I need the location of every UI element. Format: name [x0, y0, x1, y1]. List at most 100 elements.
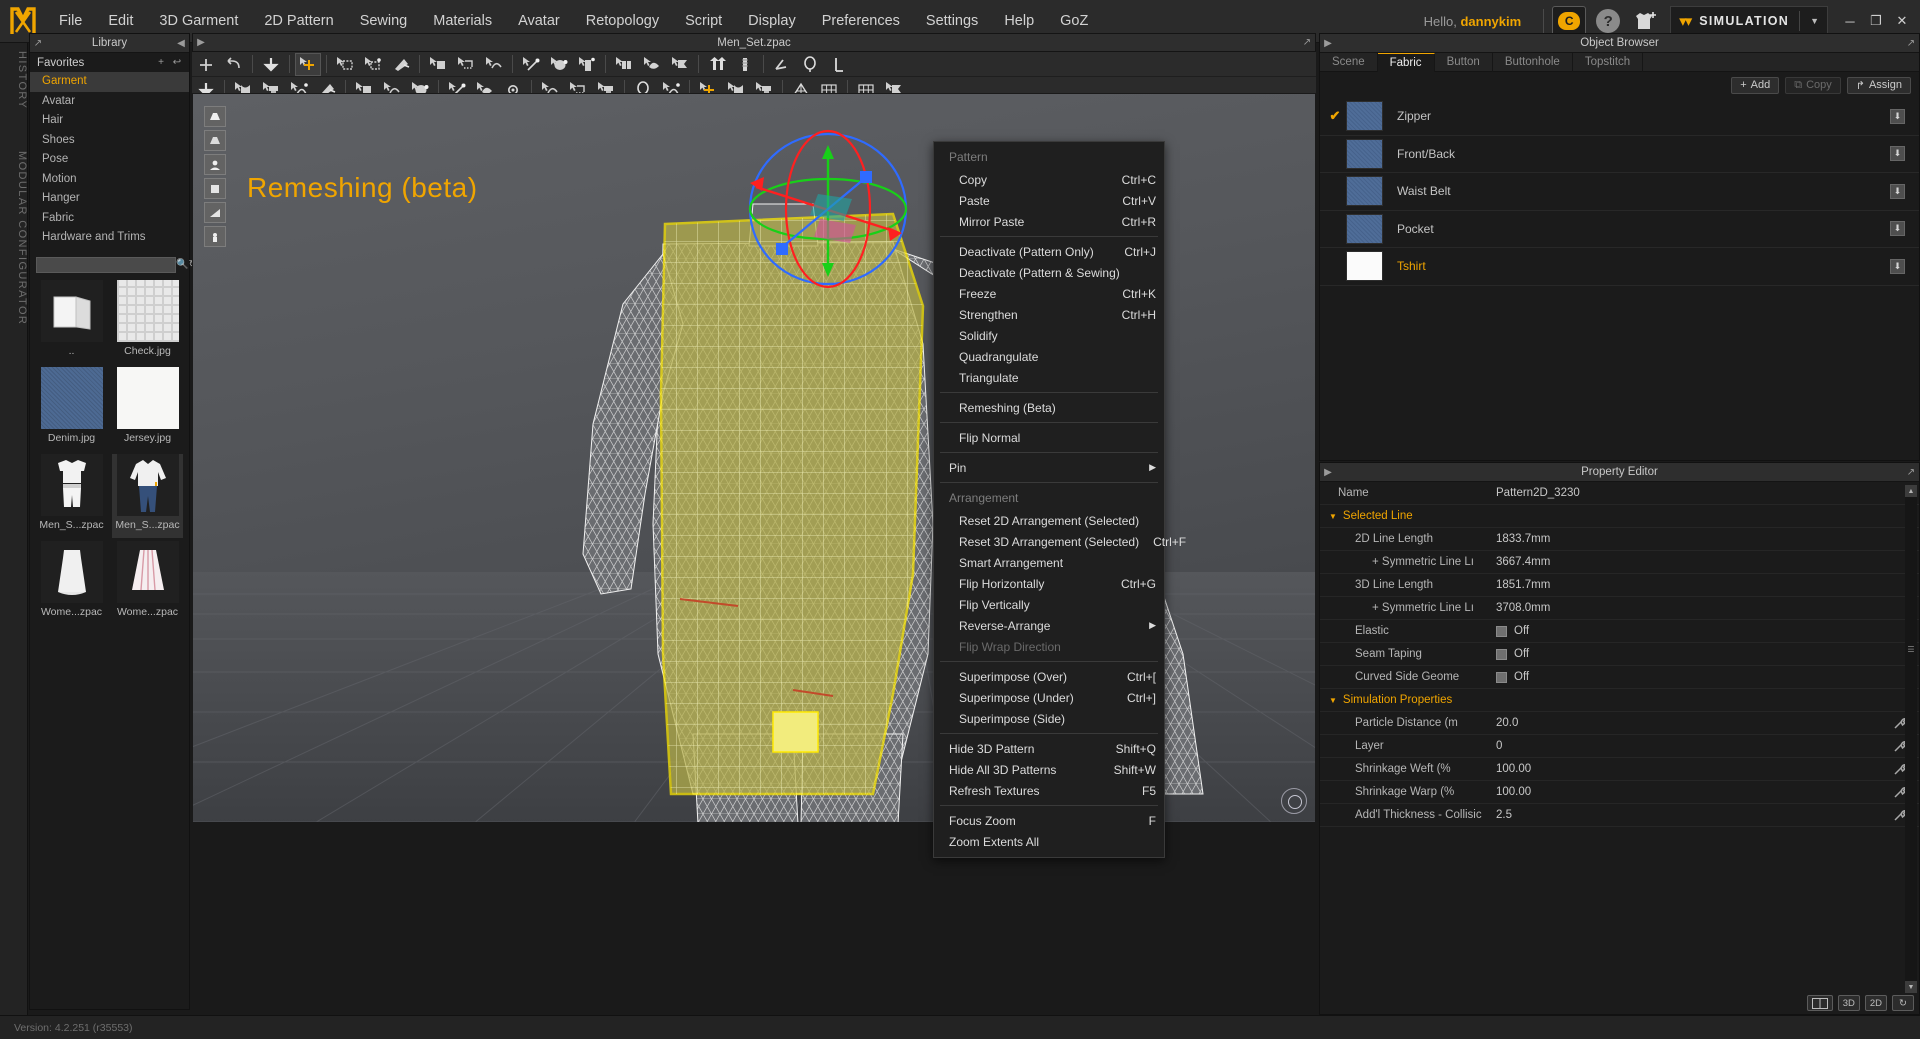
- view-back-icon[interactable]: [204, 130, 226, 151]
- menu-item-deactivate-pattern-only[interactable]: Deactivate (Pattern Only)Ctrl+J: [934, 241, 1164, 262]
- property-value-cell[interactable]: Off: [1496, 648, 1919, 660]
- save-icon[interactable]: ⬇: [1890, 109, 1905, 124]
- property-row-curved-side-geome[interactable]: Curved Side GeomeOff: [1320, 666, 1919, 689]
- menu-item-smart-arrangement[interactable]: Smart Arrangement: [934, 552, 1164, 573]
- menu-item-flip-horizontally[interactable]: Flip HorizontallyCtrl+G: [934, 573, 1164, 594]
- search-input[interactable]: [36, 257, 176, 273]
- toolbar-curve-icon[interactable]: [481, 53, 507, 76]
- toolbar-pleat-icon[interactable]: [611, 53, 637, 76]
- library-category-fabric[interactable]: Fabric: [30, 209, 189, 229]
- menu-item-copy[interactable]: CopyCtrl+C: [934, 169, 1164, 190]
- toolbar-free-select-icon[interactable]: [360, 53, 386, 76]
- library-category-pose[interactable]: Pose: [30, 150, 189, 170]
- view-garment-icon[interactable]: [204, 178, 226, 199]
- toggle-checkbox[interactable]: [1496, 626, 1507, 637]
- library-file-item[interactable]: Men_S...zpac: [36, 454, 107, 538]
- toolbar-undo-icon[interactable]: [221, 53, 247, 76]
- view-shade-icon[interactable]: [204, 202, 226, 223]
- toolbar-twoarrow-icon[interactable]: [704, 53, 730, 76]
- search-icon[interactable]: 🔍: [176, 257, 188, 273]
- library-category-hardware-and-trims[interactable]: Hardware and Trims: [30, 228, 189, 248]
- menu-item-triangulate[interactable]: Triangulate: [934, 367, 1164, 388]
- menu-item-hide-3d-pattern[interactable]: Hide 3D PatternShift+Q: [934, 738, 1164, 759]
- split-view-button[interactable]: [1807, 995, 1833, 1011]
- menu-item-zoom-extents-all[interactable]: Zoom Extents All: [934, 831, 1164, 852]
- toolbar-cyl-icon[interactable]: [574, 53, 600, 76]
- property-value-cell[interactable]: 100.00: [1496, 786, 1893, 798]
- menu-item-hide-all-3d-patterns[interactable]: Hide All 3D PatternsShift+W: [934, 759, 1164, 780]
- property-row-seam-taping[interactable]: Seam TapingOff: [1320, 643, 1919, 666]
- menu-item-superimpose-over[interactable]: Superimpose (Over)Ctrl+[: [934, 666, 1164, 687]
- menu-item-pin[interactable]: Pin▶: [934, 457, 1164, 478]
- library-category-garment[interactable]: Garment: [30, 72, 189, 92]
- fabric-row[interactable]: Front/Back⬇: [1320, 136, 1919, 174]
- library-file-item[interactable]: Wome...zpac: [112, 541, 183, 625]
- toolbar-zip-icon[interactable]: [732, 53, 758, 76]
- property-value-cell[interactable]: 2.5: [1496, 809, 1893, 821]
- save-icon[interactable]: ⬇: [1890, 184, 1905, 199]
- property-value-cell[interactable]: Off: [1496, 625, 1919, 637]
- tab-buttonhole[interactable]: Buttonhole: [1493, 53, 1573, 72]
- library-category-avatar[interactable]: Avatar: [30, 92, 189, 112]
- restore-button[interactable]: ❐: [1864, 10, 1888, 32]
- library-file-item[interactable]: Denim.jpg: [36, 367, 107, 451]
- library-file-item[interactable]: ..: [36, 280, 107, 364]
- tab-topstitch[interactable]: Topstitch: [1573, 53, 1643, 72]
- property-value-cell[interactable]: 0: [1496, 740, 1893, 752]
- collapse-arrow-icon[interactable]: ◀: [173, 35, 189, 51]
- property-row-particle-distance-m[interactable]: Particle Distance (m20.0: [1320, 712, 1919, 735]
- property-row-elastic[interactable]: ElasticOff: [1320, 620, 1919, 643]
- mode-selector[interactable]: ▾▾ SIMULATION ▼: [1670, 6, 1828, 36]
- caret-down-icon[interactable]: ▼: [1810, 16, 1823, 26]
- menu-item-reset-3d-arrangement-selected[interactable]: Reset 3D Arrangement (Selected)Ctrl+F: [934, 531, 1164, 552]
- view-3d-button[interactable]: 3D: [1838, 995, 1860, 1011]
- library-file-item[interactable]: Wome...zpac: [36, 541, 107, 625]
- menu-item-remeshing-beta[interactable]: Remeshing (Beta): [934, 397, 1164, 418]
- toolbar-pin-icon[interactable]: [797, 53, 823, 76]
- library-category-shoes[interactable]: Shoes: [30, 131, 189, 151]
- property-row-add-l-thickness-collisic[interactable]: Add'l Thickness - Collisic2.5: [1320, 804, 1919, 827]
- tab-fabric[interactable]: Fabric: [1378, 53, 1435, 72]
- toolbar-line-icon[interactable]: [518, 53, 544, 76]
- toolbar-rect-select-icon[interactable]: [332, 53, 358, 76]
- menu-item-solidify[interactable]: Solidify: [934, 325, 1164, 346]
- toolbar-point-icon[interactable]: [453, 53, 479, 76]
- property-group-simulation-properties[interactable]: ▼Simulation Properties: [1320, 689, 1919, 712]
- view-2d-button[interactable]: 2D: [1865, 995, 1887, 1011]
- collapse-arrow-icon[interactable]: ▶: [193, 35, 209, 51]
- library-category-hair[interactable]: Hair: [30, 111, 189, 131]
- save-icon[interactable]: ⬇: [1890, 259, 1905, 274]
- menu-item-reverse-arrange[interactable]: Reverse-Arrange▶: [934, 615, 1164, 636]
- scrollbar-grip[interactable]: ☰: [1905, 645, 1917, 659]
- menu-item-quadrangulate[interactable]: Quadrangulate: [934, 346, 1164, 367]
- expand-icon[interactable]: ↗: [1903, 464, 1919, 480]
- toolbar-angle-icon[interactable]: [769, 53, 795, 76]
- menu-item-focus-zoom[interactable]: Focus ZoomF: [934, 810, 1164, 831]
- toolbar-fold-icon[interactable]: [388, 53, 414, 76]
- menu-item-paste[interactable]: PasteCtrl+V: [934, 190, 1164, 211]
- property-value-cell[interactable]: Off: [1496, 671, 1919, 683]
- tab-button[interactable]: Button: [1435, 53, 1493, 72]
- toggle-checkbox[interactable]: [1496, 649, 1507, 660]
- fabric-row[interactable]: Waist Belt⬇: [1320, 173, 1919, 211]
- rail-tab-history[interactable]: HISTORY: [0, 51, 28, 109]
- library-category-motion[interactable]: Motion: [30, 170, 189, 190]
- expand-icon[interactable]: ↗: [30, 35, 46, 51]
- chevron-down-icon[interactable]: ▼: [1329, 696, 1337, 705]
- library-file-item[interactable]: Jersey.jpg: [112, 367, 183, 451]
- property-row-shrinkage-weft[interactable]: Shrinkage Weft (%100.00: [1320, 758, 1919, 781]
- property-value-cell[interactable]: 100.00: [1496, 763, 1893, 775]
- view-person-icon[interactable]: [204, 226, 226, 247]
- menu-item-strengthen[interactable]: StrengthenCtrl+H: [934, 304, 1164, 325]
- save-icon[interactable]: ⬇: [1890, 221, 1905, 236]
- toolbar-plus-icon[interactable]: [193, 53, 219, 76]
- fabric-row[interactable]: Tshirt⬇: [1320, 248, 1919, 286]
- tab-scene[interactable]: Scene: [1320, 53, 1378, 72]
- scroll-down-icon[interactable]: ▼: [1905, 981, 1917, 993]
- back-arrow-icon[interactable]: ↩: [169, 55, 185, 71]
- collapse-arrow-icon[interactable]: ▶: [1320, 464, 1336, 480]
- fabric-row[interactable]: ✔Zipper⬇: [1320, 98, 1919, 136]
- minimize-button[interactable]: ─: [1838, 10, 1862, 32]
- toolbar-down-arrow-icon[interactable]: [258, 53, 284, 76]
- viewport-rotate-handle[interactable]: [1281, 788, 1307, 814]
